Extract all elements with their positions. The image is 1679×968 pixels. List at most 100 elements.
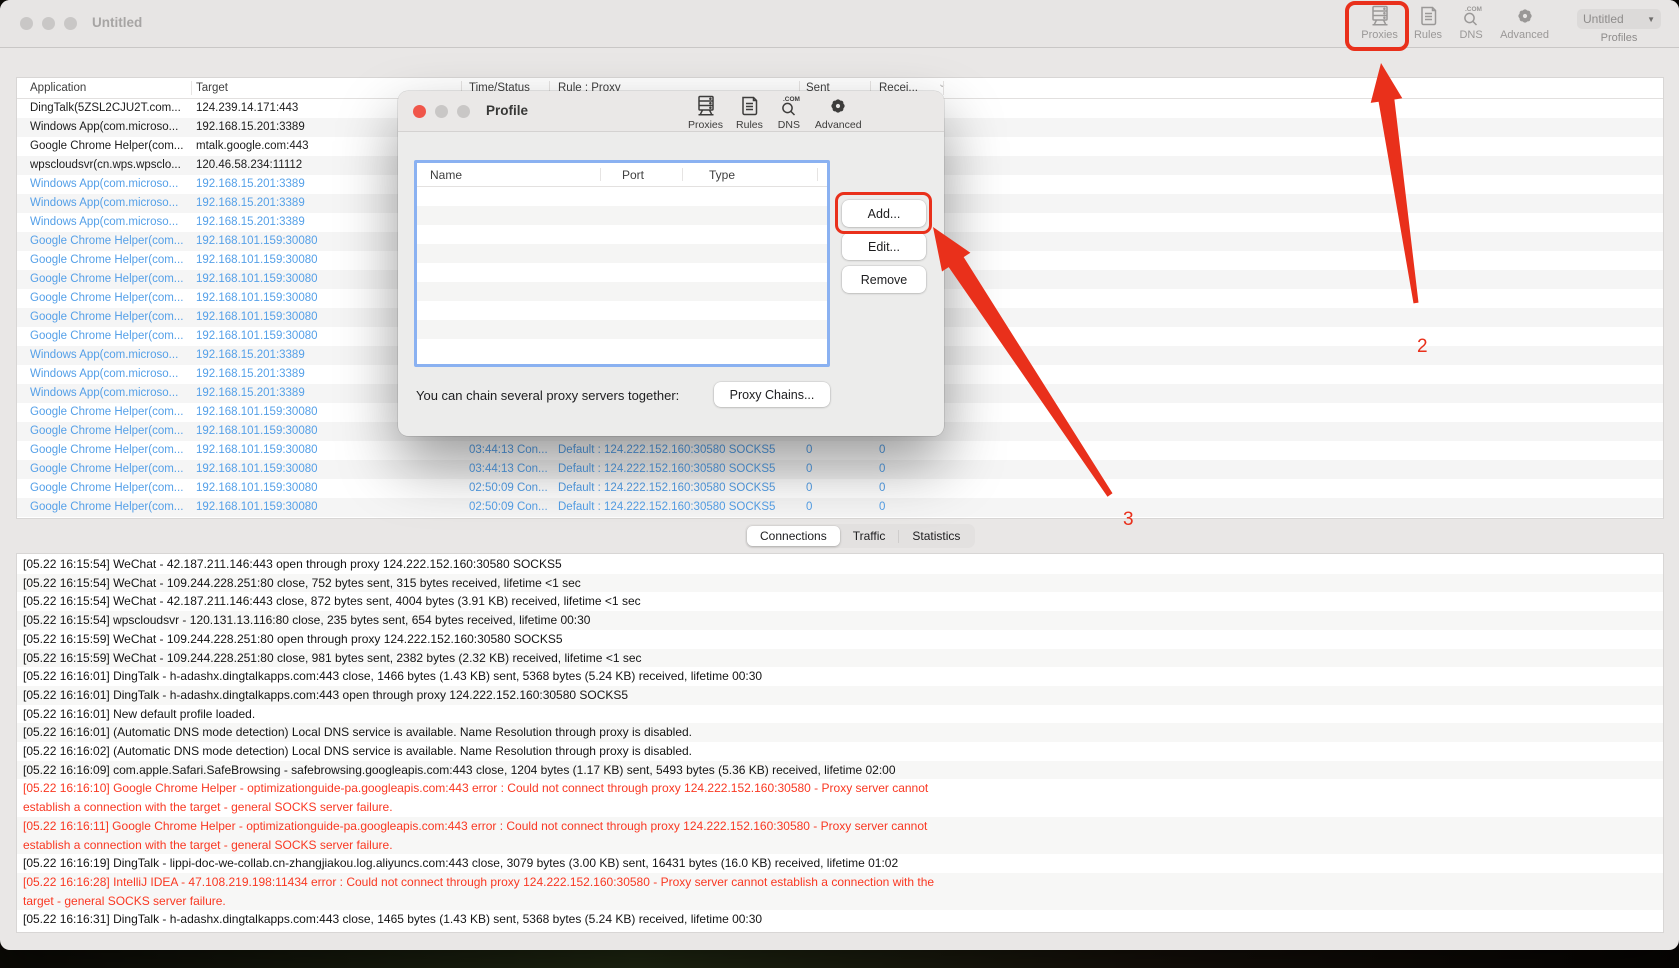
cell-application: Google Chrome Helper(com... (30, 444, 184, 456)
toolbar-item-proxies[interactable]: Proxies (688, 94, 723, 131)
proxy-chains-button[interactable]: Proxy Chains... (714, 382, 830, 407)
log-entry: [05.22 16:15:54] WeChat - 42.187.211.146… (17, 592, 1663, 611)
remove-button[interactable]: Remove (842, 266, 926, 293)
log-entry: [05.22 16:15:54] WeChat - 42.187.211.146… (17, 555, 1663, 574)
toolbar-item-advanced[interactable]: Advanced (815, 94, 862, 131)
log-line: establish a connection with the target -… (23, 800, 393, 815)
desktop: Untitled Proxies Rules .COM DNS Advanced Unt… (0, 0, 1679, 968)
cell-target: 192.168.101.159:30080 (196, 444, 318, 456)
toolbar-item-rules[interactable]: Rules (736, 94, 763, 131)
log-entry: [05.22 16:16:31] DingTalk - h-adashx.din… (17, 910, 1663, 929)
cell-sent: 0 (806, 501, 813, 513)
log-entry: [05.22 16:16:01] (Automatic DNS mode det… (17, 723, 1663, 743)
log-line: [05.22 16:16:10] Google Chrome Helper - … (23, 781, 929, 796)
toolbar-item-label: DNS (777, 119, 800, 131)
proxy-column-header-name[interactable]: Name (430, 163, 462, 187)
cell-recei: 0 (879, 482, 886, 494)
profiles-select[interactable]: Untitled ▼ (1577, 9, 1661, 29)
toolbar-item-label: Proxies (1361, 29, 1398, 41)
toolbar-item-dns[interactable]: .COM DNS (776, 94, 802, 131)
cell-application: Google Chrome Helper(com... (30, 292, 184, 304)
log-line: establish a connection with the target -… (23, 837, 393, 852)
column-divider[interactable] (817, 168, 818, 181)
cell-target: 192.168.101.159:30080 (196, 482, 318, 494)
cell-application: Google Chrome Helper(com... (30, 311, 184, 323)
proxy-column-header-port[interactable]: Port (622, 163, 644, 187)
profiles-value: Untitled (1583, 12, 1624, 26)
proxy-list[interactable]: Name Port Type (414, 160, 830, 367)
cell-application: DingTalk(5ZSL2CJU2T.com... (30, 102, 181, 114)
log-entry: [05.22 16:16:02] (Automatic DNS mode det… (17, 742, 1663, 761)
cell-application: Google Chrome Helper(com... (30, 140, 184, 152)
log-line: [05.22 16:16:31] DingTalk - h-adashx.din… (23, 912, 763, 927)
cell-application: Windows App(com.microso... (30, 216, 179, 228)
log-entry: [05.22 16:15:54] WeChat - 109.244.228.25… (17, 573, 1663, 593)
edit-button[interactable]: Edit... (842, 233, 926, 260)
log-line: [05.22 16:15:54] WeChat - 42.187.211.146… (23, 557, 562, 571)
cell-rule-proxy: Default : 124.222.152.160:30580 SOCKS5 (558, 463, 776, 475)
cell-sent: 0 (806, 444, 813, 456)
proxy-column-header-type[interactable]: Type (709, 163, 735, 187)
toolbar-item-dns[interactable]: .COM DNS (1458, 4, 1484, 41)
cell-time-status: 03:44:13 Con... (469, 444, 548, 456)
advanced-icon (1513, 4, 1537, 28)
cell-sent: 0 (806, 482, 813, 494)
dialog-close-button[interactable] (413, 105, 426, 118)
window-title: Untitled (92, 15, 143, 30)
cell-application: Windows App(com.microso... (30, 178, 179, 190)
toolbar-item-proxies[interactable]: Proxies (1361, 4, 1398, 41)
log-line: target - general SOCKS server failure. (23, 893, 226, 908)
column-header-target[interactable]: Target (196, 78, 228, 99)
cell-time-status: 03:44:13 Con... (469, 463, 548, 475)
chevron-down-icon: ▼ (1647, 14, 1655, 24)
cell-application: Google Chrome Helper(com... (30, 254, 184, 266)
close-button[interactable] (20, 17, 33, 30)
connection-row[interactable]: Google Chrome Helper(com... 192.168.101.1… (17, 479, 1663, 498)
connection-row[interactable]: Google Chrome Helper(com... 192.168.101.1… (17, 460, 1663, 479)
cell-application: Windows App(com.microso... (30, 121, 179, 133)
connection-row[interactable]: Google Chrome Helper(com... 192.168.101.1… (17, 441, 1663, 460)
proxy-list-body (417, 187, 827, 358)
cell-application: Google Chrome Helper(com... (30, 425, 184, 437)
minimize-button[interactable] (42, 17, 55, 30)
column-header-application[interactable]: Application (30, 78, 86, 99)
dialog-minimize-button[interactable] (435, 105, 448, 118)
zoom-button[interactable] (64, 17, 77, 30)
dialog-title: Profile (486, 103, 529, 118)
dialog-zoom-button[interactable] (457, 105, 470, 118)
tab-traffic[interactable]: Traffic (840, 526, 899, 546)
svg-text:.COM: .COM (1465, 6, 1482, 13)
proxy-list-empty-row (417, 301, 827, 320)
toolbar-item-advanced[interactable]: Advanced (1500, 4, 1549, 41)
cell-time-status: 02:50:09 Con... (469, 482, 548, 494)
cell-recei: 0 (879, 444, 886, 456)
log-line: [05.22 16:15:54] wpscloudsvr - 120.131.1… (23, 613, 591, 628)
tab-connections[interactable]: Connections (747, 526, 840, 546)
log-entry-error: [05.22 16:16:10] Google Chrome Helper - … (17, 779, 1663, 816)
log-line: [05.22 16:16:01] DingTalk - h-adashx.din… (23, 687, 629, 702)
cell-rule-proxy: Default : 124.222.152.160:30580 SOCKS5 (558, 482, 776, 494)
add-button[interactable]: Add... (842, 200, 926, 227)
log-line: [05.22 16:16:28] IntelliJ IDEA - 47.108.… (23, 874, 935, 889)
cell-application: Windows App(com.microso... (30, 368, 179, 380)
log-entry: [05.22 16:16:01] DingTalk - h-adashx.din… (17, 667, 1663, 686)
cell-time-status: 02:50:09 Con... (469, 501, 548, 513)
proxy-list-empty-row (417, 225, 827, 244)
dns-icon: .COM (776, 94, 802, 118)
toolbar-item-label: Advanced (814, 119, 862, 131)
connection-row[interactable]: Google Chrome Helper(com... 192.168.101.1… (17, 498, 1663, 517)
window-controls (20, 17, 77, 30)
column-divider[interactable] (682, 168, 683, 181)
log-entry: [05.22 16:15:59] WeChat - 109.244.228.25… (17, 630, 1663, 649)
tab-statistics[interactable]: Statistics (899, 526, 973, 546)
column-divider[interactable] (600, 168, 601, 181)
profile-dialog: Profile Proxies Rules .COM DNS Advanced Name… (398, 91, 944, 436)
log-line: [05.22 16:16:11] Google Chrome Helper - … (23, 818, 928, 833)
log-line: [05.22 16:16:02] (Automatic DNS mode det… (23, 744, 693, 759)
proxy-list-empty-row (417, 244, 827, 263)
cell-application: Windows App(com.microso... (30, 197, 179, 209)
cell-target: 192.168.101.159:30080 (196, 501, 318, 513)
column-divider[interactable] (191, 81, 192, 95)
proxy-list-empty-row (417, 282, 827, 301)
toolbar-item-rules[interactable]: Rules (1414, 4, 1442, 41)
